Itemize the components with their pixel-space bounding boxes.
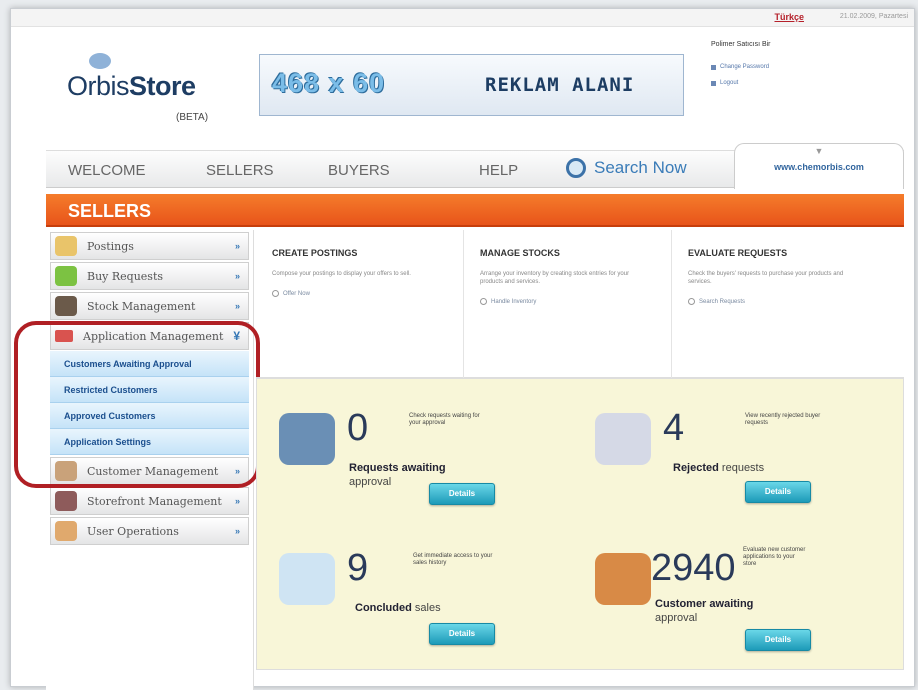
arrow-circle-icon [480,298,487,305]
date-display: 21.02.2009, Pazartesi [839,13,908,20]
sidebar-item-user-operations[interactable]: User Operations » [50,517,249,545]
customers-icon [595,553,651,605]
details-button[interactable]: Details [745,629,811,651]
ad-banner[interactable]: 468 x 60 REKLAM ALANI [259,54,684,116]
details-button[interactable]: Details [429,483,495,505]
storefront-icon [55,491,77,511]
expand-icon: » [234,241,240,251]
submenu-approved-customers[interactable]: Approved Customers [50,403,249,429]
nav-sellers[interactable]: SELLERS [206,162,274,179]
column-text: Arrange your inventory by creating stock… [480,271,630,285]
stats-panel: 0 Check requests waiting for your approv… [256,378,904,670]
sidebar: Postings » Buy Requests » Stock Manageme… [46,230,254,690]
stat-value: 2940 [651,547,736,589]
section-title: SELLERS [68,201,152,221]
stat-description: Check requests waiting for your approval [409,413,480,426]
top-strip: Türkçe 21.02.2009, Pazartesi [11,9,914,27]
offer-now-link[interactable]: Offer Now [272,290,463,297]
expand-icon: » [234,496,240,506]
column-evaluate-requests: EVALUATE REQUESTS Check the buyers' requ… [672,230,904,378]
site-tab[interactable]: ▼ www.chemorbis.com [734,143,904,189]
user-name: Polimer Satıcısı Bir [711,41,771,48]
stat-value: 0 [347,407,369,449]
checklist-icon [279,553,335,605]
column-create-postings: CREATE POSTINGS Compose your postings to… [256,230,464,378]
mailbox-icon [279,413,335,465]
stat-description: View recently rejected buyer requests [745,413,821,426]
banner-size-text: 468 x 60 [272,68,386,98]
user-icon [55,521,77,541]
stat-value: 4 [663,407,685,449]
action-columns: CREATE POSTINGS Compose your postings to… [256,230,904,378]
banner-label-text: REKLAM ALANI [485,74,635,96]
logo-prefix: Orbis [67,71,130,101]
main-nav: WELCOME SELLERS BUYERS HELP Search Now ▼… [46,143,904,189]
stat-description: Evaluate new customer applications to yo… [743,547,806,567]
stock-icon [55,296,77,316]
column-text: Check the buyers' requests to purchase y… [688,271,844,285]
handle-inventory-link[interactable]: Handle Inventory [480,298,671,305]
search-now-button[interactable]: Search Now [566,158,687,178]
bullet-icon [711,80,716,86]
stat-value: 9 [347,547,369,589]
expand-icon: » [234,301,240,311]
column-text: Compose your postings to display your of… [272,271,411,277]
nav-help[interactable]: HELP [479,162,518,179]
logo-swirl-icon [89,53,111,69]
user-box: Polimer Satıcısı Bir Change Password Log… [711,41,901,96]
site-link: www.chemorbis.com [774,162,864,172]
arrow-circle-icon [272,290,279,297]
sidebar-item-stock-management[interactable]: Stock Management » [50,292,249,320]
sidebar-item-customer-management[interactable]: Customer Management » [50,457,249,485]
sidebar-item-storefront-management[interactable]: Storefront Management » [50,487,249,515]
rejected-list-icon [595,413,651,465]
buy-requests-icon [55,266,77,286]
submenu-restricted-customers[interactable]: Restricted Customers [50,377,249,403]
search-requests-link[interactable]: Search Requests [688,298,904,305]
column-title: EVALUATE REQUESTS [688,248,788,258]
sidebar-item-application-management[interactable]: Application Management ¥ [50,322,249,350]
postings-icon [55,236,77,256]
column-manage-stocks: MANAGE STOCKS Arrange your inventory by … [464,230,672,378]
expand-icon: » [234,526,240,536]
application-icon [55,330,73,342]
bullet-icon [711,64,716,70]
stat-description: Get immediate access to your sales histo… [413,553,493,566]
search-now-label: Search Now [594,158,687,177]
column-title: CREATE POSTINGS [272,248,358,258]
section-header: SELLERS [46,194,904,227]
customer-icon [55,461,77,481]
arrow-circle-icon [688,298,695,305]
sidebar-item-buy-requests[interactable]: Buy Requests » [50,262,249,290]
stat-title: Customer awaiting approval [655,598,754,624]
expand-icon: » [234,466,240,476]
sidebar-item-postings[interactable]: Postings » [50,232,249,260]
search-icon [566,158,586,178]
details-button[interactable]: Details [429,623,495,645]
language-link[interactable]: Türkçe [774,12,804,22]
submenu-customers-awaiting-approval[interactable]: Customers Awaiting Approval [50,351,249,377]
submenu-application-settings[interactable]: Application Settings [50,429,249,455]
stat-title: Concluded sales [355,602,441,614]
beta-label: (BETA) [176,112,209,123]
details-button[interactable]: Details [745,481,811,503]
logout-link[interactable]: Logout [711,80,901,86]
nav-buyers[interactable]: BUYERS [328,162,390,179]
logo-bold: Store [129,71,196,101]
column-title: MANAGE STOCKS [480,248,560,258]
nav-welcome[interactable]: WELCOME [68,162,146,179]
application-submenu: Customers Awaiting Approval Restricted C… [50,351,249,455]
collapse-icon: ¥ [233,329,240,343]
stat-title: Rejected requests [673,462,765,474]
expand-icon: » [234,271,240,281]
chevron-down-icon: ▼ [814,146,824,156]
change-password-link[interactable]: Change Password [711,64,901,70]
